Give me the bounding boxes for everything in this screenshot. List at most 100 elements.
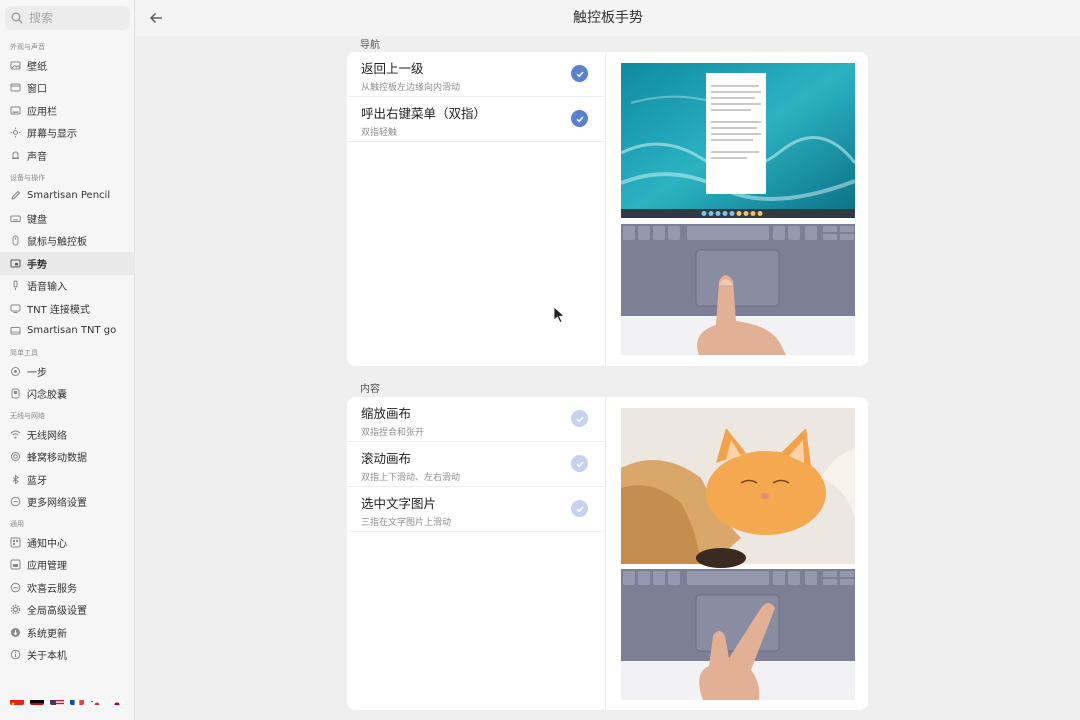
brightness-icon xyxy=(10,127,21,138)
sidebar-item-label: 系统更新 xyxy=(27,628,67,640)
more-icon xyxy=(10,496,21,507)
sidebar-item-label: 关于本机 xyxy=(27,651,67,663)
group-label-content: 内容 xyxy=(360,384,380,395)
gesture-title: 呼出右键菜单（双指） xyxy=(361,106,487,121)
gear-icon xyxy=(10,604,21,615)
checkmark-icon[interactable] xyxy=(571,455,588,472)
info-icon xyxy=(10,649,21,660)
sidebar-item[interactable]: 更多网络设置 xyxy=(0,491,135,514)
group-label-navigation: 导航 xyxy=(360,40,380,51)
sidebar-item-label: 蜂窝移动数据 xyxy=(27,453,87,465)
sidebar-item-label: 闪念胶囊 xyxy=(27,390,67,402)
sidebar-section-title: 通用 xyxy=(10,520,24,528)
sidebar-item[interactable]: TNT 连接模式 xyxy=(0,297,135,320)
page-title: 触控板手势 xyxy=(573,10,643,26)
keyboard-icon xyxy=(10,213,21,224)
sidebar-item[interactable]: 欢喜云服务 xyxy=(0,576,135,599)
gesture-subtitle: 双指上下滑动、左右滑动 xyxy=(361,473,461,483)
gesture-row-back[interactable]: 返回上一级 从触控板左边缘向内滑动 xyxy=(347,52,605,97)
germany-flag-icon[interactable] xyxy=(30,695,44,705)
sidebar-item-label: 语音输入 xyxy=(27,282,67,294)
bluetooth-icon xyxy=(10,474,21,485)
sidebar-item[interactable]: 键盘 xyxy=(0,207,135,230)
sidebar-item[interactable]: 通知中心 xyxy=(0,531,135,554)
language-flags xyxy=(10,695,124,705)
gesture-row-select[interactable]: 选中文字图片 三指在文字图片上滑动 xyxy=(347,487,605,532)
sidebar-item-label: 屏幕与显示 xyxy=(27,129,77,141)
sidebar-item-label: 壁纸 xyxy=(27,61,47,73)
sidebar-item[interactable]: 蓝牙 xyxy=(0,468,135,491)
gesture-subtitle: 双指轻触 xyxy=(361,128,398,138)
gesture-title: 缩放画布 xyxy=(361,406,412,421)
sidebar-item[interactable]: 语音输入 xyxy=(0,275,135,298)
search-input[interactable] xyxy=(29,11,124,25)
sidebar-item-label: 鼠标与触控板 xyxy=(27,237,87,249)
content-gesture-illustration xyxy=(621,408,855,700)
sidebar-item[interactable]: 闪念胶囊 xyxy=(0,383,135,406)
sidebar-item[interactable]: 关于本机 xyxy=(0,644,135,667)
japan-flag-icon[interactable] xyxy=(110,695,124,705)
sidebar-section-title: 简单工具 xyxy=(10,349,38,357)
sidebar-item[interactable]: 一步 xyxy=(0,360,135,383)
sidebar-item[interactable]: 窗口 xyxy=(0,77,135,100)
sidebar-item[interactable]: 蜂窝移动数据 xyxy=(0,446,135,469)
checkmark-icon[interactable] xyxy=(571,410,588,427)
sidebar-item-label: 应用栏 xyxy=(27,106,57,118)
gesture-subtitle: 双指捏合和张开 xyxy=(361,428,425,438)
gesture-title: 选中文字图片 xyxy=(361,496,437,511)
notification-icon xyxy=(10,537,21,548)
sidebar-item[interactable]: 全局高级设置 xyxy=(0,599,135,622)
sidebar-item[interactable]: 系统更新 xyxy=(0,621,135,644)
pencil-icon xyxy=(10,190,21,201)
sidebar-item[interactable]: 屏幕与显示 xyxy=(0,122,135,145)
sidebar-item[interactable]: 声音 xyxy=(0,144,135,167)
usa-flag-icon[interactable] xyxy=(50,695,64,705)
china-flag-icon[interactable] xyxy=(10,695,24,705)
korea-flag-icon[interactable] xyxy=(90,695,104,705)
sidebar-item[interactable]: 鼠标与触控板 xyxy=(0,230,135,253)
sidebar-nav: 外观与声音壁纸窗口应用栏屏幕与显示声音设备与操作 Smartisan Pencil… xyxy=(0,38,135,666)
monitor-icon xyxy=(10,303,21,314)
content-gestures-card: 缩放画布 双指捏合和张开 滚动画布 双指上下滑动、左右滑动 选中文字图片 三指在… xyxy=(347,397,868,710)
checkmark-icon[interactable] xyxy=(571,65,588,82)
search-icon xyxy=(11,12,23,24)
sidebar-item-label: 欢喜云服务 xyxy=(27,583,77,595)
mouse-pointer-icon xyxy=(553,306,565,324)
capsule-icon xyxy=(10,388,21,399)
sidebar-item[interactable]: 应用管理 xyxy=(0,554,135,577)
gesture-row-zoom[interactable]: 缩放画布 双指捏合和张开 xyxy=(347,397,605,442)
top-bar: 触控板手势 xyxy=(136,0,1080,36)
tnt-go-icon xyxy=(10,325,21,336)
cloud-icon xyxy=(10,582,21,593)
gesture-row-scroll[interactable]: 滚动画布 双指上下滑动、左右滑动 xyxy=(347,442,605,487)
sidebar-item-label: Smartisan Pencil xyxy=(27,190,111,202)
sidebar-item[interactable]: Smartisan TNT go xyxy=(0,320,135,343)
bell-icon xyxy=(10,150,21,161)
app-bar-icon xyxy=(10,105,21,116)
sidebar-item-label: Smartisan TNT go xyxy=(27,325,117,337)
checkmark-icon[interactable] xyxy=(571,110,588,127)
checkmark-icon[interactable] xyxy=(571,500,588,517)
sidebar-item[interactable]: Smartisan Pencil xyxy=(0,185,135,208)
search-box[interactable] xyxy=(5,6,130,30)
gesture-icon xyxy=(10,258,21,269)
gesture-subtitle: 从触控板左边缘向内滑动 xyxy=(361,83,461,93)
navigation-gestures-card: 返回上一级 从触控板左边缘向内滑动 呼出右键菜单（双指） 双指轻触 xyxy=(347,52,868,366)
sidebar-item-label: 手势 xyxy=(27,259,47,271)
update-icon xyxy=(10,627,21,638)
sidebar-item-label: 声音 xyxy=(27,151,47,163)
france-flag-icon[interactable] xyxy=(70,695,84,705)
sidebar-section-title: 无线与网络 xyxy=(10,412,45,420)
one-step-icon xyxy=(10,366,21,377)
sidebar-section-title: 设备与操作 xyxy=(10,173,45,182)
mouse-icon xyxy=(10,235,21,246)
sidebar-item[interactable]: 壁纸 xyxy=(0,54,135,77)
sidebar-item-label: 全局高级设置 xyxy=(27,606,87,618)
gesture-row-context-menu[interactable]: 呼出右键菜单（双指） 双指轻触 xyxy=(347,97,605,142)
window-icon xyxy=(10,82,21,93)
wallpaper-icon xyxy=(10,60,21,71)
sidebar-item[interactable]: 应用栏 xyxy=(0,99,135,122)
sidebar-item[interactable]: 手势 xyxy=(0,252,135,275)
sidebar-item[interactable]: 无线网络 xyxy=(0,423,135,446)
sidebar-section-title: 外观与声音 xyxy=(10,43,45,51)
